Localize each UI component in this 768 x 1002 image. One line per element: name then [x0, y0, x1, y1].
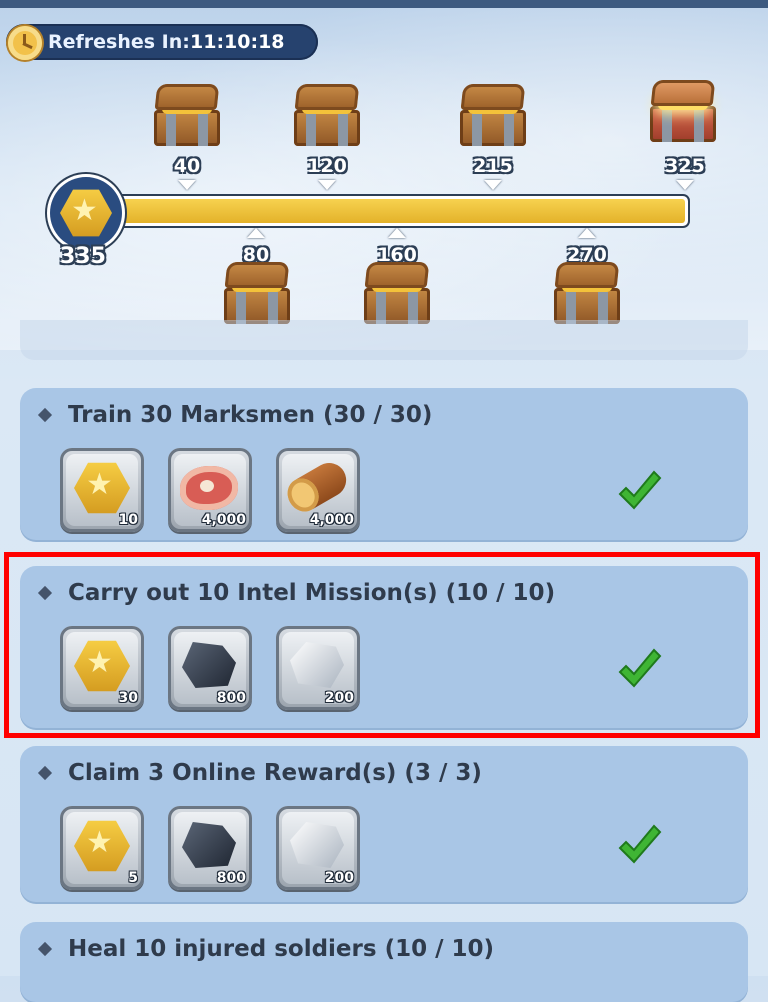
task-title: Train 30 Marksmen (30 / 30) — [68, 402, 433, 428]
milestone-marker — [676, 180, 694, 190]
milestone-chest-160[interactable] — [362, 262, 432, 324]
refresh-time: 11:10:18 — [190, 31, 285, 53]
milestone-marker — [318, 180, 336, 190]
milestone-chest-120[interactable] — [292, 84, 362, 146]
star-icon: ★ — [71, 193, 98, 228]
activity-points: 335 — [60, 244, 106, 269]
scrolled-task-card — [20, 320, 748, 360]
reward-qty: 4,000 — [201, 512, 246, 528]
star-icon: ★ — [86, 467, 113, 502]
milestone-chest-215[interactable] — [458, 84, 528, 146]
milestone-value: 215 — [473, 155, 513, 177]
milestone-chest-270[interactable] — [552, 262, 622, 324]
reward-qty: 5 — [128, 870, 138, 886]
task-title: Claim 3 Online Reward(s) (3 / 3) — [68, 760, 482, 786]
milestone-chest-40[interactable] — [152, 84, 222, 146]
reward-qty: 4,000 — [309, 512, 354, 528]
milestone-chest-80[interactable] — [222, 262, 292, 324]
reward-slot[interactable]: ★ 10 — [60, 448, 144, 532]
reward-qty: 10 — [118, 512, 138, 528]
checkmark-icon — [618, 824, 662, 864]
milestone-marker — [247, 228, 265, 238]
milestone-value: 120 — [307, 155, 347, 177]
reward-slot[interactable]: 200 — [276, 806, 360, 890]
milestone-marker — [578, 228, 596, 238]
refresh-label: Refreshes In: — [48, 31, 190, 53]
diamond-bullet-icon — [37, 765, 53, 781]
reward-qty: 200 — [324, 870, 354, 886]
activity-points-medal: ★ — [50, 177, 122, 249]
top-edge — [0, 0, 768, 8]
reward-qty: 800 — [216, 870, 246, 886]
milestone-chest-325[interactable] — [648, 80, 718, 142]
diamond-bullet-icon — [37, 941, 53, 957]
milestone-value: 40 — [173, 155, 201, 177]
milestone-marker — [484, 180, 502, 190]
checkmark-icon — [618, 470, 662, 510]
star-icon: ★ — [86, 825, 113, 860]
reward-slot[interactable]: 800 — [168, 806, 252, 890]
highlight-box — [4, 552, 760, 738]
clock-icon — [8, 26, 42, 60]
diamond-bullet-icon — [37, 407, 53, 423]
reward-slot[interactable]: ★ 5 — [60, 806, 144, 890]
task-title: Heal 10 injured soldiers (10 / 10) — [68, 936, 495, 962]
task-card: Train 30 Marksmen (30 / 30) ★ 10 4,000 4… — [20, 388, 748, 540]
reward-slot[interactable]: 4,000 — [276, 448, 360, 532]
task-card: Claim 3 Online Reward(s) (3 / 3) ★ 5 800… — [20, 746, 748, 902]
reward-slot[interactable]: 4,000 — [168, 448, 252, 532]
meat-icon — [180, 466, 238, 510]
progress-bar-fill — [113, 199, 685, 223]
milestone-marker — [178, 180, 196, 190]
progress-bar — [110, 196, 688, 226]
task-card: Heal 10 injured soldiers (10 / 10) — [20, 922, 748, 1002]
milestone-marker — [388, 228, 406, 238]
milestone-value: 325 — [665, 155, 705, 177]
